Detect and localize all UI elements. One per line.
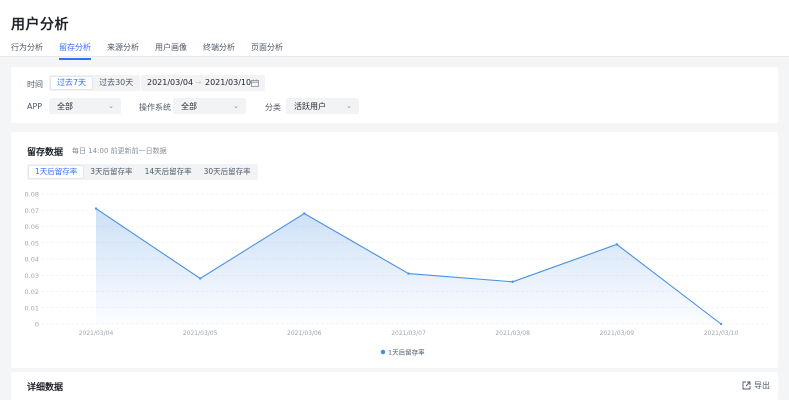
top-header: 用户分析 行为分析 留存分析 来源分析 用户画像 终端分析 页面分析 [0,0,789,60]
x-tick-label: 2021/03/06 [287,330,322,337]
tab-user-profile[interactable]: 用户画像 [155,42,187,60]
chevron-down-icon: ⌄ [346,102,352,110]
date-end: 2021/03/10 [205,78,252,87]
export-button[interactable]: 导出 [742,380,770,391]
detail-card: 详细数据 导出 [11,372,778,400]
data-point [407,272,410,275]
x-tick-label: 2021/03/10 [704,330,739,337]
range-past-30-days[interactable]: 过去30天 [93,76,139,90]
legend-label: 1天后留存率 [388,347,425,356]
category-select[interactable]: 活跃用户 ⌄ [286,98,359,114]
category-label: 分类 [265,103,281,112]
tab-terminal[interactable]: 终端分析 [203,42,235,60]
y-tick-label: 0.07 [25,207,39,215]
retention-chart: 0 0.01 0.02 0.03 0.04 0.05 0.06 0.07 0.08 2021/03… [25,191,772,356]
y-tick-label: 0.01 [25,304,39,312]
retention-card: 留存数据 每日 14:00 前更新前一日数据 1天后留存率 3天后留存率 14天… [11,132,778,368]
y-tick-label: 0.03 [25,272,39,280]
data-point [719,322,723,326]
export-label: 导出 [754,381,770,390]
y-tick-label: 0.05 [25,239,39,247]
tab-source[interactable]: 来源分析 [107,42,139,60]
quick-range-toggle: 过去7天 过去30天 [49,75,141,91]
chevron-down-icon: ⌄ [233,102,239,110]
y-tick-label: 0.04 [25,256,39,264]
x-tick-label: 2021/03/09 [600,330,635,337]
x-tick-label: 2021/03/04 [79,330,114,337]
date-range-picker[interactable]: 2021/03/04 → 2021/03/10 [141,75,265,91]
x-tick-label: 2021/03/08 [495,330,530,337]
os-select[interactable]: 全部 ⌄ [173,98,246,114]
page-title: 用户分析 [11,17,69,33]
tab-retention[interactable]: 留存分析 [59,42,91,60]
os-value: 全部 [181,102,197,111]
range-past-7-days[interactable]: 过去7天 [50,76,94,90]
filter-panel: 时间 过去7天 过去30天 2021/03/04 → 2021/03/10 AP… [11,67,778,123]
app-label: APP [27,102,43,111]
y-tick-label: 0.02 [25,288,39,296]
chevron-down-icon: ⌄ [108,102,114,110]
y-tick-label: 0.06 [25,223,39,231]
legend-marker [380,349,386,355]
app-value: 全部 [57,102,73,111]
app-select[interactable]: 全部 ⌄ [49,98,121,114]
data-point [511,280,514,283]
export-icon [742,381,751,390]
date-separator: → [195,78,202,87]
analysis-tabs: 行为分析 留存分析 来源分析 用户画像 终端分析 页面分析 [11,42,299,60]
x-tick-label: 2021/03/07 [391,330,426,337]
data-point [303,212,306,215]
series-area [96,208,721,324]
data-point [198,277,202,280]
detail-title: 详细数据 [27,383,64,393]
date-start: 2021/03/04 [147,78,194,87]
os-label: 操作系统 [139,103,171,112]
category-value: 活跃用户 [294,102,326,111]
data-point [615,243,619,246]
tab-page[interactable]: 页面分析 [251,42,283,60]
tab-behavior[interactable]: 行为分析 [11,42,43,60]
y-tick-label: 0.08 [25,191,39,199]
x-tick-label: 2021/03/05 [183,330,218,337]
data-point [94,207,98,210]
time-label: 时间 [27,80,43,89]
calendar-icon [251,79,259,87]
y-tick-label: 0 [35,321,39,329]
